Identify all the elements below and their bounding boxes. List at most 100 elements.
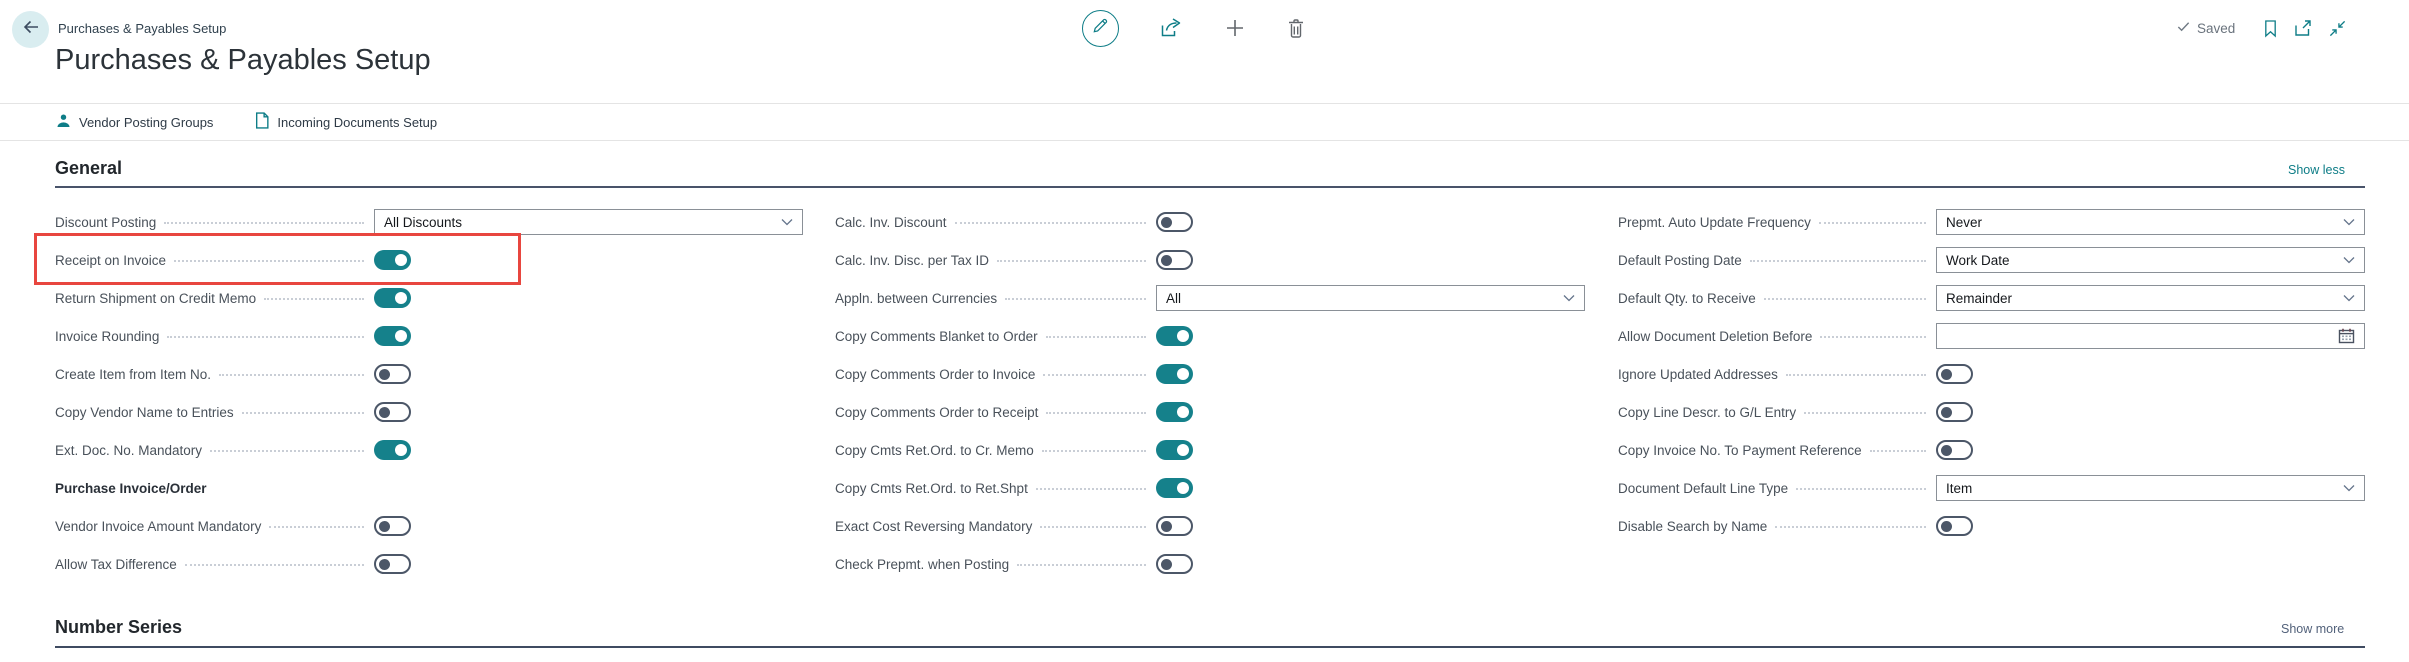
number-series-section-title: Number Series: [55, 617, 182, 638]
action-incoming-documents-setup[interactable]: Incoming Documents Setup: [255, 112, 437, 132]
field-control: [1156, 250, 1585, 270]
calendar-icon[interactable]: [2338, 328, 2355, 344]
share-icon[interactable]: [1159, 17, 1184, 40]
show-more-link[interactable]: Show more: [2281, 622, 2344, 636]
chevron-down-icon: [2343, 218, 2355, 226]
disable-search-by-name-toggle[interactable]: [1936, 516, 1973, 536]
calc-inv-disc-per-tax-id-toggle[interactable]: [1156, 250, 1193, 270]
field-label: Return Shipment on Credit Memo: [55, 291, 256, 306]
copy-line-descr-to-g-l-entry-toggle[interactable]: [1936, 402, 1973, 422]
field-label: Create Item from Item No.: [55, 367, 211, 382]
field-row-copy-comments-order-to-invoice: Copy Comments Order to Invoice: [835, 355, 1585, 393]
field-value: Never: [1946, 215, 1982, 230]
field-label: Calc. Inv. Discount: [835, 215, 947, 230]
field-control: All: [1156, 285, 1585, 311]
toggle-knob: [1177, 406, 1189, 418]
chevron-down-icon: [2343, 484, 2355, 492]
exact-cost-reversing-mandatory-toggle[interactable]: [1156, 516, 1193, 536]
field-control: Remainder: [1936, 285, 2365, 311]
dotted-leader: [1046, 336, 1146, 338]
toggle-knob: [1941, 445, 1952, 456]
field-control: [1936, 323, 2365, 349]
field-control: [1156, 402, 1585, 422]
field-row-invoice-rounding: Invoice Rounding: [55, 317, 803, 355]
toggle-knob: [395, 330, 407, 342]
field-label: Vendor Invoice Amount Mandatory: [55, 519, 261, 534]
ext-doc-no-mandatory-toggle[interactable]: [374, 440, 411, 460]
allow-tax-difference-toggle[interactable]: [374, 554, 411, 574]
field-control: [374, 250, 803, 270]
calc-inv-discount-toggle[interactable]: [1156, 212, 1193, 232]
field-row-ignore-updated-addresses: Ignore Updated Addresses: [1618, 355, 2365, 393]
create-item-from-item-no-toggle[interactable]: [374, 364, 411, 384]
action-vendor-posting-groups[interactable]: Vendor Posting Groups: [56, 113, 213, 131]
copy-comments-order-to-invoice-toggle[interactable]: [1156, 364, 1193, 384]
bookmark-icon[interactable]: [2263, 19, 2278, 38]
field-label: Copy Vendor Name to Entries: [55, 405, 234, 420]
copy-cmts-ret-ord-to-ret-shpt-toggle[interactable]: [1156, 478, 1193, 498]
delete-trash-icon[interactable]: [1286, 17, 1306, 39]
prepmt-auto-update-frequency-select[interactable]: Never: [1936, 209, 2365, 235]
receipt-on-invoice-toggle[interactable]: [374, 250, 411, 270]
breadcrumb[interactable]: Purchases & Payables Setup: [58, 21, 226, 36]
field-row-disable-search-by-name: Disable Search by Name: [1618, 507, 2365, 545]
field-row-copy-cmts-ret-ord-to-ret-shpt: Copy Cmts Ret.Ord. to Ret.Shpt: [835, 469, 1585, 507]
field-row-copy-comments-order-to-receipt: Copy Comments Order to Receipt: [835, 393, 1585, 431]
collapse-icon[interactable]: [2328, 19, 2347, 38]
dotted-leader: [1796, 488, 1926, 490]
copy-comments-blanket-to-order-toggle[interactable]: [1156, 326, 1193, 346]
add-new-icon[interactable]: [1224, 17, 1246, 39]
invoice-rounding-toggle[interactable]: [374, 326, 411, 346]
fields-column-3: Prepmt. Auto Update FrequencyNeverDefaul…: [1618, 203, 2365, 545]
show-less-link[interactable]: Show less: [2288, 163, 2345, 177]
appln-between-currencies-select[interactable]: All: [1156, 285, 1585, 311]
toggle-knob: [395, 292, 407, 304]
toggle-knob: [379, 521, 390, 532]
open-in-new-window-icon[interactable]: [2293, 19, 2313, 38]
copy-invoice-no-to-payment-reference-toggle[interactable]: [1936, 440, 1973, 460]
dotted-leader: [1820, 336, 1926, 338]
person-icon: [56, 113, 71, 131]
document-default-line-type-select[interactable]: Item: [1936, 475, 2365, 501]
dotted-leader: [269, 526, 364, 528]
ignore-updated-addresses-toggle[interactable]: [1936, 364, 1973, 384]
general-section-title: General: [55, 158, 122, 179]
field-row-default-posting-date: Default Posting DateWork Date: [1618, 241, 2365, 279]
field-label: Copy Cmts Ret.Ord. to Cr. Memo: [835, 443, 1034, 458]
copy-cmts-ret-ord-to-cr-memo-toggle[interactable]: [1156, 440, 1193, 460]
field-label: Default Qty. to Receive: [1618, 291, 1756, 306]
field-row-prepmt-auto-update-frequency: Prepmt. Auto Update FrequencyNever: [1618, 203, 2365, 241]
copy-vendor-name-to-entries-toggle[interactable]: [374, 402, 411, 422]
return-shipment-on-credit-memo-toggle[interactable]: [374, 288, 411, 308]
field-label: Ext. Doc. No. Mandatory: [55, 443, 202, 458]
discount-posting-select[interactable]: All Discounts: [374, 209, 803, 235]
toggle-knob: [395, 254, 407, 266]
toggle-knob: [1177, 482, 1189, 494]
field-label: Copy Cmts Ret.Ord. to Ret.Shpt: [835, 481, 1028, 496]
field-label: Copy Comments Order to Invoice: [835, 367, 1035, 382]
field-row-copy-line-descr-to-g-l-entry: Copy Line Descr. to G/L Entry: [1618, 393, 2365, 431]
toggle-knob: [1161, 255, 1172, 266]
field-label: Check Prepmt. when Posting: [835, 557, 1009, 572]
vendor-invoice-amount-mandatory-toggle[interactable]: [374, 516, 411, 536]
dotted-leader: [1017, 564, 1146, 566]
default-qty-to-receive-select[interactable]: Remainder: [1936, 285, 2365, 311]
back-button[interactable]: [12, 11, 49, 48]
toggle-knob: [379, 559, 390, 570]
default-posting-date-select[interactable]: Work Date: [1936, 247, 2365, 273]
field-label: Allow Tax Difference: [55, 557, 177, 572]
dotted-leader: [1819, 222, 1926, 224]
field-control: [1156, 212, 1585, 232]
field-control: [1936, 440, 2365, 460]
dotted-leader: [1043, 374, 1146, 376]
check-prepmt-when-posting-toggle[interactable]: [1156, 554, 1193, 574]
copy-comments-order-to-receipt-toggle[interactable]: [1156, 402, 1193, 422]
field-control: All Discounts: [374, 209, 803, 235]
pencil-icon: [1091, 16, 1110, 40]
toggle-knob: [379, 369, 390, 380]
page-title: Purchases & Payables Setup: [55, 44, 431, 77]
allow-document-deletion-before-date-input[interactable]: [1936, 323, 2365, 349]
field-value: Remainder: [1946, 291, 2012, 306]
field-row-copy-invoice-no-to-payment-reference: Copy Invoice No. To Payment Reference: [1618, 431, 2365, 469]
edit-pencil-button[interactable]: [1082, 10, 1119, 47]
